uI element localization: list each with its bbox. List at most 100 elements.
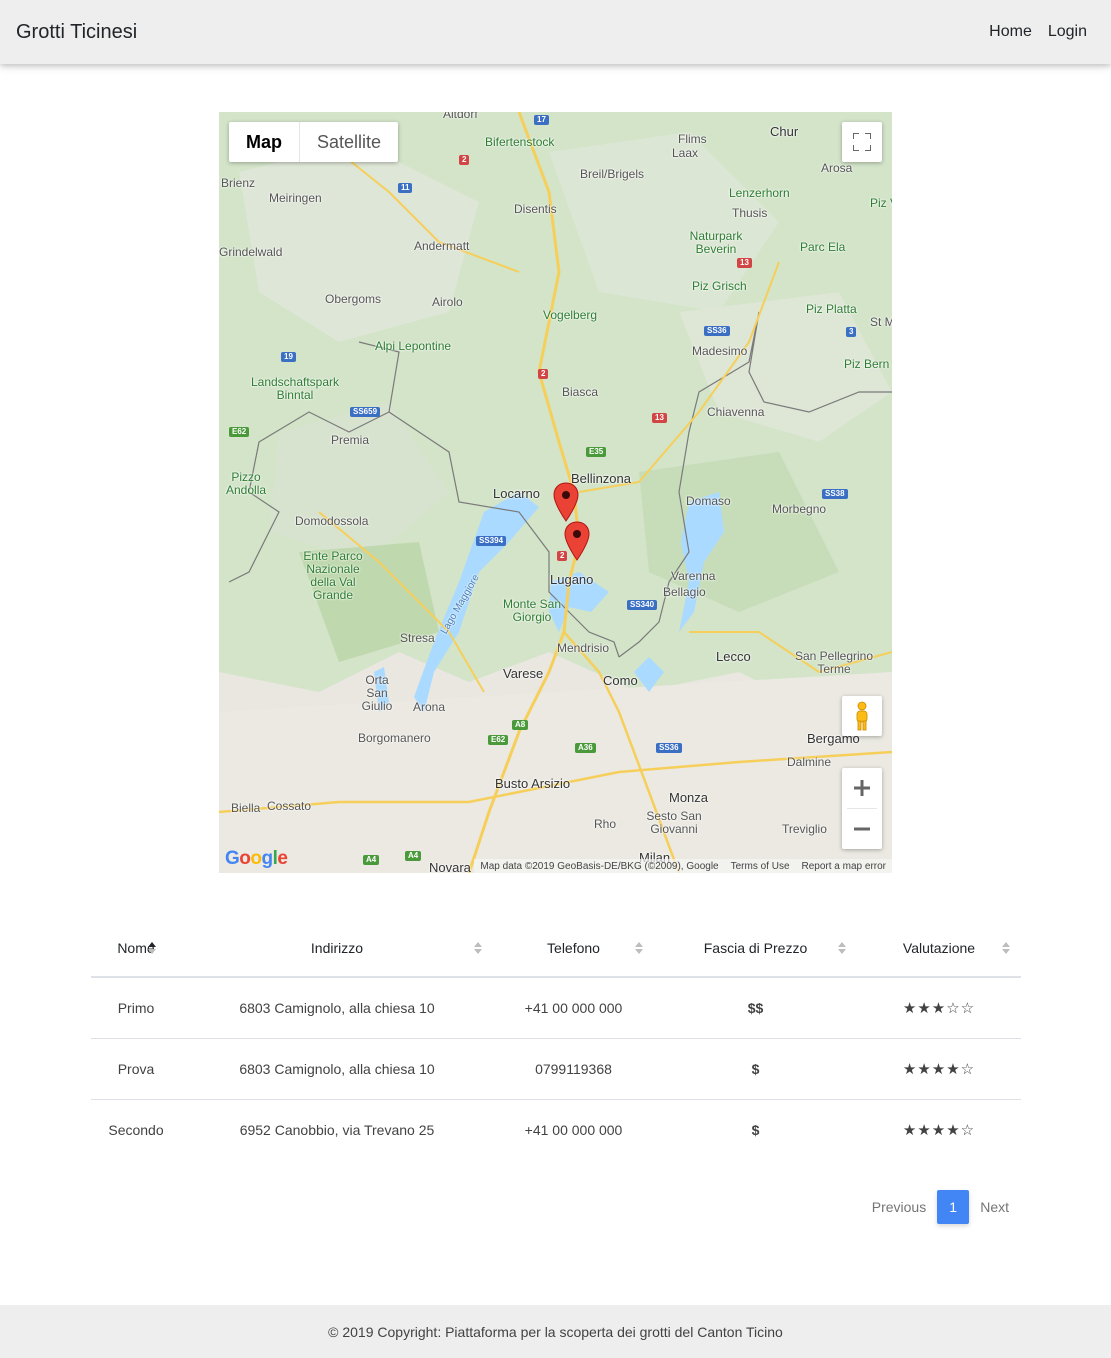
map-label: Grindelwald <box>219 245 283 259</box>
fullscreen-icon <box>853 133 871 151</box>
nav-home-link[interactable]: Home <box>981 15 1040 49</box>
sort-asc-icon <box>148 942 156 954</box>
table-row: Prova 6803 Camignolo, alla chiesa 10 079… <box>91 1038 1021 1100</box>
map-label: Breil/Brigels <box>580 167 645 181</box>
map-label: Bellinzona <box>571 471 631 486</box>
map-label: Naturpark Beverin <box>689 229 743 256</box>
column-header-indirizzo[interactable]: Indirizzo <box>181 920 493 978</box>
map-label: San Pellegrino Terme <box>794 649 874 676</box>
map-label: Domodossola <box>295 514 369 528</box>
pagination-page-1[interactable]: 1 <box>937 1190 970 1224</box>
map-label: Varenna <box>671 569 716 583</box>
map-label: Morbegno <box>772 502 827 516</box>
column-label: Fascia di Prezzo <box>703 940 808 956</box>
map-label: Andermatt <box>414 239 470 253</box>
minus-icon <box>854 827 870 831</box>
nav-login-link[interactable]: Login <box>1040 15 1095 49</box>
cell-indirizzo: 6952 Canobbio, via Trevano 25 <box>239 1121 435 1138</box>
map-label: Orta San Giulio <box>361 673 393 713</box>
column-header-fascia-di-prezzo[interactable]: Fascia di Prezzo <box>654 920 857 978</box>
map-label: Mendrisio <box>557 641 610 655</box>
road-shield: E35 <box>586 447 607 457</box>
map-label: Thusis <box>732 206 768 220</box>
map-label: Biella <box>231 801 261 815</box>
map-label: Chiavenna <box>707 405 765 419</box>
google-map[interactable]: Altdorf Chur Flims Laax Bifertenstock Br… <box>219 112 892 873</box>
map-label: Monza <box>669 790 709 805</box>
map-label: Borgomanero <box>358 731 431 745</box>
road-shield: SS340 <box>627 600 658 610</box>
map-label: Madesimo <box>692 344 748 358</box>
map-label: Treviglio <box>782 822 827 836</box>
map-label: Alpi Lepontine <box>375 339 452 353</box>
map-marker-pin[interactable] <box>564 521 590 561</box>
grotti-table: Nome Indirizzo Telefono Fascia di Prezzo… <box>91 920 1021 1160</box>
map-label: Como <box>603 673 638 688</box>
report-map-error-link[interactable]: Report a map error <box>802 861 886 872</box>
map-label: St M <box>870 315 892 329</box>
fullscreen-button[interactable] <box>842 122 882 162</box>
road-shield: SS36 <box>704 326 730 336</box>
map-label: Biasca <box>562 385 599 399</box>
road-shield: E62 <box>488 735 509 745</box>
column-label: Telefono <box>547 940 600 956</box>
rating-stars: ★★★★☆ <box>857 1038 1021 1100</box>
road-shield: 17 <box>534 115 549 125</box>
road-shield: SS36 <box>656 743 682 753</box>
cell-nome: Secondo <box>108 1121 164 1138</box>
road-shield: 19 <box>281 352 296 362</box>
map-data-credit: Map data ©2019 GeoBasis-DE/BKG (©2009), … <box>480 860 719 872</box>
cell-nome: Primo <box>91 977 181 1039</box>
map-label: Landschaftspark Binntal <box>250 375 340 402</box>
road-shield: A4 <box>363 855 380 865</box>
map-label: Bifertenstock <box>485 135 555 149</box>
road-shield: SS38 <box>822 489 848 499</box>
pagination-next[interactable]: Next <box>969 1190 1020 1224</box>
cell-indirizzo: 6803 Camignolo, alla chiesa 10 <box>181 977 493 1039</box>
map-label: Arosa <box>821 161 853 175</box>
brand-title[interactable]: Grotti Ticinesi <box>16 21 137 44</box>
zoom-in-button[interactable] <box>842 768 882 808</box>
map-label: Vogelberg <box>543 308 598 322</box>
map-label: Monte San Giorgio <box>502 597 562 624</box>
column-label: Valutazione <box>902 940 976 956</box>
map-label: Ente Parco Nazionale della Val Grande <box>303 549 363 602</box>
rating-stars: ★★★☆☆ <box>857 977 1021 1039</box>
map-label: Stresa <box>400 631 435 645</box>
map-type-satellite-button[interactable]: Satellite <box>300 122 398 162</box>
road-shield: SS659 <box>350 407 381 417</box>
column-header-valutazione[interactable]: Valutazione <box>857 920 1021 978</box>
column-header-telefono[interactable]: Telefono <box>493 920 654 978</box>
road-shield: E62 <box>229 427 250 437</box>
map-label: Piz Bern <box>844 357 890 371</box>
street-view-button[interactable] <box>842 696 882 736</box>
map-attribution: Map data ©2019 GeoBasis-DE/BKG (©2009), … <box>474 859 892 873</box>
nav-links: Home Login <box>981 15 1095 49</box>
cell-telefono: +41 00 000 000 <box>524 1121 623 1138</box>
map-marker-pin[interactable] <box>553 482 579 522</box>
map-label: Altdorf <box>443 112 478 121</box>
map-label: Rho <box>594 817 617 831</box>
cell-indirizzo: 6803 Camignolo, alla chiesa 10 <box>181 1038 493 1100</box>
road-shield: A4 <box>405 851 422 861</box>
rating-stars: ★★★★☆ <box>902 1120 976 1139</box>
map-label: Piz Platta <box>806 302 857 316</box>
plus-icon <box>854 780 870 796</box>
sort-icon <box>474 942 482 954</box>
map-type-map-button[interactable]: Map <box>229 122 300 162</box>
map-label: Brienz <box>221 176 256 190</box>
map-label: Lugano <box>550 572 594 587</box>
map-label: Bellagio <box>663 585 706 599</box>
map-label: Arona <box>413 700 446 714</box>
cell-telefono: 0799119368 <box>493 1038 654 1100</box>
map-label: Chur <box>770 124 799 139</box>
column-header-nome[interactable]: Nome <box>91 920 181 978</box>
road-shield: 13 <box>652 413 667 423</box>
cell-nome: Prova <box>91 1038 181 1100</box>
zoom-out-button[interactable] <box>842 809 882 849</box>
google-logo[interactable]: Google <box>225 848 288 870</box>
terms-of-use-link[interactable]: Terms of Use <box>731 861 790 872</box>
pagination-previous[interactable]: Previous <box>861 1190 937 1224</box>
map-label: Flims <box>678 132 707 146</box>
road-shield: A36 <box>575 743 596 753</box>
